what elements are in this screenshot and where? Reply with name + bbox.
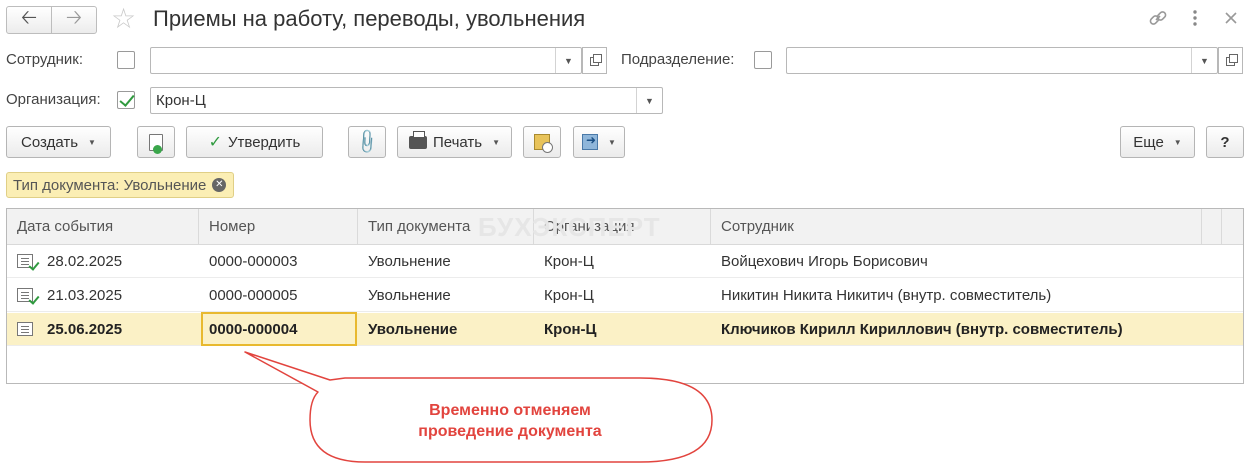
star-icon[interactable]: ☆	[111, 5, 136, 33]
table-row-selected[interactable]: 25.06.2025 0000-000004 Увольнение Крон-Ц…	[7, 312, 1243, 346]
department-open-button[interactable]	[1218, 47, 1243, 74]
cell-organization: Крон-Ц	[544, 321, 597, 338]
cell-employee: Войцехович Игорь Борисович	[721, 253, 928, 270]
cell-date: 25.06.2025	[47, 321, 123, 338]
cell-type: Увольнение	[368, 287, 451, 304]
approve-button[interactable]: ✓ Утвердить	[186, 126, 323, 158]
cell-date: 28.02.2025	[47, 253, 123, 270]
posted-document-icon	[17, 288, 33, 302]
column-header-date[interactable]: Дата события	[7, 209, 199, 244]
move-button[interactable]: ▼	[573, 126, 625, 158]
table-row[interactable]: 21.03.2025 0000-000005 Увольнение Крон-Ц…	[7, 279, 1243, 312]
cell-employee: Никитин Никита Никитич (внутр. совместит…	[721, 287, 1052, 304]
cell-type: Увольнение	[368, 321, 458, 338]
forward-button[interactable]: 🡢	[51, 6, 97, 34]
remove-filter-icon[interactable]: ✕	[212, 178, 227, 192]
chevron-down-icon: ▼	[88, 137, 96, 147]
document-add-icon	[149, 133, 163, 154]
create-button[interactable]: Создать ▼	[6, 126, 111, 158]
chevron-down-icon[interactable]: ▼	[636, 88, 662, 113]
department-label: Подразделение:	[621, 51, 735, 68]
link-icon[interactable]	[1148, 8, 1168, 33]
chevron-down-icon: ▼	[1173, 137, 1182, 147]
callout-text: Временно отменяем проведение документа	[350, 400, 670, 442]
create-based-on-button[interactable]	[137, 126, 175, 158]
back-button[interactable]: 🡠	[6, 6, 52, 34]
watermark: БУХЭКСПЕРТ	[478, 212, 661, 242]
chevron-down-icon: ▼	[608, 137, 616, 147]
filter-tag-label: Тип документа: Увольнение	[13, 176, 207, 194]
help-button[interactable]: ?	[1206, 126, 1244, 158]
print-button[interactable]: Печать ▼	[397, 126, 512, 158]
unposted-document-icon	[17, 322, 33, 336]
table-row[interactable]: 28.02.2025 0000-000003 Увольнение Крон-Ц…	[7, 245, 1243, 278]
cell-number: 0000-000005	[209, 287, 298, 304]
report-button[interactable]	[523, 126, 561, 158]
chevron-down-icon: ▼	[492, 137, 501, 147]
paperclip-icon: 📎	[353, 127, 382, 156]
employee-filter-checkbox[interactable]	[117, 51, 135, 69]
cell-employee: Ключиков Кирилл Кириллович (внутр. совме…	[721, 321, 1123, 338]
callout-line-1: Временно отменяем	[429, 402, 591, 419]
cell-date: 21.03.2025	[47, 287, 123, 304]
organization-label: Организация:	[6, 91, 101, 108]
document-history-icon	[534, 134, 553, 153]
column-header-employee[interactable]: Сотрудник	[711, 209, 1202, 244]
printer-icon	[408, 130, 427, 149]
employee-label: Сотрудник:	[6, 51, 84, 68]
department-field[interactable]: ▼	[786, 47, 1218, 74]
close-icon[interactable]	[1223, 8, 1239, 33]
arrow-right-icon: 🡢	[65, 7, 83, 29]
approve-button-label: Утвердить	[228, 133, 301, 151]
column-header-number[interactable]: Номер	[199, 209, 358, 244]
employee-field[interactable]: ▼	[150, 47, 582, 74]
organization-field[interactable]: Крон-Ц ▼	[150, 87, 663, 114]
cell-number: 0000-000004	[209, 321, 298, 338]
more-button[interactable]: Еще ▼	[1120, 126, 1195, 158]
chevron-down-icon[interactable]: ▼	[555, 48, 581, 73]
document-type-filter-tag[interactable]: Тип документа: Увольнение ✕	[6, 172, 235, 198]
print-button-label: Печать	[432, 133, 483, 151]
organization-filter-checkbox[interactable]	[117, 91, 135, 109]
create-button-label: Создать	[21, 133, 79, 151]
cell-type: Увольнение	[368, 253, 451, 270]
cell-organization: Крон-Ц	[544, 287, 594, 304]
page-title: Приемы на работу, переводы, увольнения	[153, 6, 586, 31]
employee-open-button[interactable]	[582, 47, 607, 74]
help-button-label: ?	[1220, 133, 1230, 151]
checkmark-icon: ✓	[208, 134, 223, 151]
chevron-down-icon[interactable]: ▼	[1191, 48, 1217, 73]
cell-organization: Крон-Ц	[544, 253, 594, 270]
callout-line-2: проведение документа	[418, 423, 602, 440]
more-vertical-icon[interactable]	[1190, 8, 1200, 33]
more-button-label: Еще	[1133, 133, 1164, 151]
department-filter-checkbox[interactable]	[754, 51, 772, 69]
arrow-left-icon: 🡠	[20, 7, 38, 29]
posted-document-icon	[17, 254, 33, 268]
organization-field-value: Крон-Ц	[156, 92, 206, 109]
column-header-extra	[1202, 209, 1222, 244]
move-document-icon	[582, 133, 599, 150]
attachments-button[interactable]: 📎	[348, 126, 386, 158]
cell-number: 0000-000003	[209, 253, 298, 270]
